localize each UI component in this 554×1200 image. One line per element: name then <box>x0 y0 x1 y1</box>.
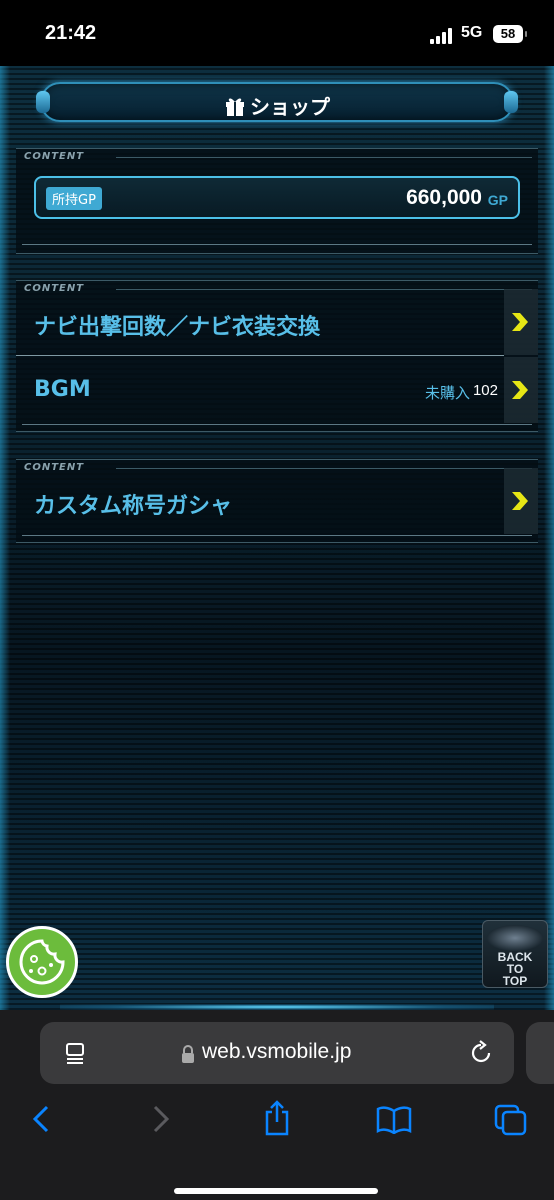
section-label: CONTENT <box>24 151 85 162</box>
page-title: ショップ <box>42 91 512 120</box>
cookie-icon <box>19 939 65 985</box>
row-divider <box>16 355 504 356</box>
chevron-right-icon <box>512 492 528 510</box>
address-bar[interactable]: web.vsmobile.jp <box>40 1022 514 1084</box>
purchase-status: 未購入 <box>424 384 470 402</box>
gp-unit: GP <box>487 192 508 208</box>
cookie-settings-button[interactable] <box>6 926 78 998</box>
menu-panel-1: CONTENT ナビ出撃回数／ナビ衣装交換 BGM 未購入 102 <box>16 280 538 432</box>
section-divider <box>22 424 532 425</box>
arrow-cell <box>504 289 538 355</box>
game-logo-icon <box>487 925 543 951</box>
back-icon[interactable] <box>30 1104 52 1134</box>
menu-item-bgm[interactable]: BGM 未購入 102 <box>16 357 538 423</box>
next-tab-preview[interactable] <box>526 1022 554 1084</box>
left-frame-glow <box>0 66 10 1010</box>
page-menu-icon[interactable] <box>64 1042 88 1064</box>
gp-balance-box: 所持GP 660,000 GP <box>34 176 520 219</box>
battery-icon: 58 <box>493 25 527 43</box>
item-count: 102 <box>472 382 498 399</box>
arrow-cell <box>504 468 538 534</box>
menu-item-navi-exchange[interactable]: ナビ出撃回数／ナビ衣装交換 <box>16 289 538 355</box>
forward-icon[interactable] <box>150 1104 172 1134</box>
menu-item-custom-title-gacha[interactable]: カスタム称号ガシャ <box>16 468 538 534</box>
gp-panel: CONTENT 所持GP 660,000 GP <box>16 148 538 254</box>
section-divider <box>116 157 532 158</box>
gift-icon <box>226 98 244 116</box>
home-indicator <box>174 1188 378 1194</box>
page-title-text: ショップ <box>250 95 330 119</box>
status-bar: 21:42 5G 58 <box>0 0 554 66</box>
back-to-top-label: BACK TO TOP <box>497 950 533 988</box>
gp-tag: 所持GP <box>46 187 102 210</box>
section-divider <box>22 244 532 245</box>
game-screen: ショップ CONTENT 所持GP 660,000 GP CONTENT ナビ出… <box>0 66 554 1010</box>
signal-icon <box>430 28 456 44</box>
reload-icon[interactable] <box>468 1040 494 1066</box>
bookmarks-icon[interactable] <box>376 1106 412 1134</box>
menu-item-label: カスタム称号ガシャ <box>34 494 233 519</box>
back-to-top-button[interactable]: BACK TO TOP <box>482 920 548 988</box>
menu-item-label: ナビ出撃回数／ナビ衣装交換 <box>34 315 321 340</box>
network-type: 5G <box>461 24 483 41</box>
arrow-cell <box>504 357 538 423</box>
chevron-right-icon <box>512 313 528 331</box>
gp-value: 660,000 <box>406 186 482 209</box>
share-icon[interactable] <box>262 1100 292 1136</box>
chevron-right-icon <box>512 381 528 399</box>
right-frame-glow <box>544 66 554 1010</box>
url-text: web.vsmobile.jp <box>202 1040 352 1063</box>
browser-toolbar: web.vsmobile.jp <box>0 1010 554 1200</box>
lock-icon <box>182 1045 194 1063</box>
menu-item-label: BGM <box>34 377 91 402</box>
section-divider <box>22 535 532 536</box>
menu-panel-2: CONTENT カスタム称号ガシャ <box>16 459 538 543</box>
tabs-icon[interactable] <box>494 1104 528 1136</box>
title-bar: ショップ <box>36 82 518 122</box>
status-time: 21:42 <box>45 22 97 44</box>
